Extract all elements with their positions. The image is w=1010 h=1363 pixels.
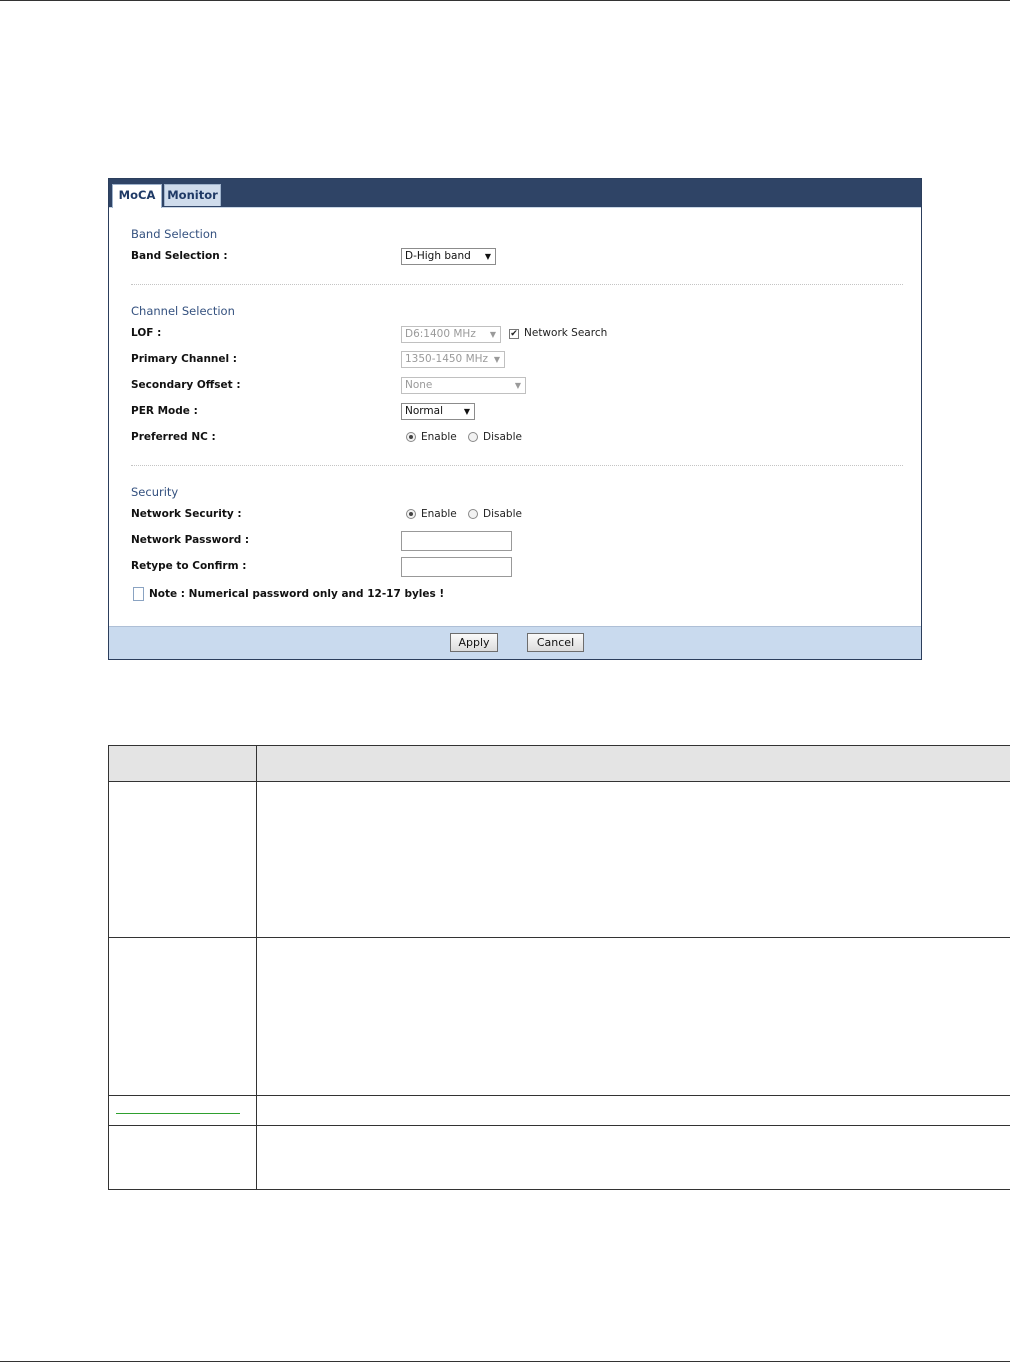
- secondary-offset-value: None: [405, 379, 433, 391]
- network-search-checkbox[interactable]: ✔: [509, 329, 519, 339]
- primary-channel-value: 1350-1450 MHz: [405, 353, 489, 365]
- password-note: Note : Numerical password only and 12-17…: [149, 588, 445, 600]
- table-row: [108, 937, 1010, 1096]
- network-security-disable-radio[interactable]: [468, 509, 478, 519]
- network-security-label: Network Security :: [131, 508, 242, 520]
- table-cell: [256, 1095, 1010, 1126]
- preferred-nc-enable-radio[interactable]: [406, 432, 416, 442]
- moca-settings-panel: MoCA Monitor Band Selection Band Selecti…: [108, 178, 922, 660]
- table-row: [108, 781, 1010, 938]
- chevron-down-icon: ▼: [484, 252, 491, 261]
- apply-button[interactable]: Apply: [450, 633, 498, 652]
- preferred-nc-enable-label: Enable: [421, 431, 457, 443]
- chevron-down-icon: ▼: [493, 355, 500, 364]
- per-mode-dropdown[interactable]: Normal ▼: [401, 403, 475, 420]
- channel-section-title: Channel Selection: [131, 304, 235, 318]
- table-cell: [256, 781, 1010, 938]
- retype-confirm-input[interactable]: [401, 557, 512, 577]
- tab-moca[interactable]: MoCA: [112, 184, 162, 208]
- network-security-disable-label: Disable: [483, 508, 522, 520]
- chevron-down-icon: ▼: [514, 381, 521, 390]
- note-icon: [133, 587, 144, 601]
- table-cell: [108, 1095, 257, 1126]
- preferred-nc-disable-radio[interactable]: [468, 432, 478, 442]
- secondary-offset-label: Secondary Offset :: [131, 379, 241, 391]
- per-mode-label: PER Mode :: [131, 405, 198, 417]
- tab-bar: MoCA Monitor: [109, 179, 921, 208]
- table-row: [108, 1095, 1010, 1126]
- lof-dropdown[interactable]: D6:1400 MHz ▼: [401, 326, 501, 343]
- network-password-input[interactable]: [401, 531, 512, 551]
- table-header-cell: [256, 745, 1010, 782]
- lof-label: LOF :: [131, 327, 162, 339]
- network-search-label: Network Search: [524, 327, 608, 339]
- chevron-down-icon: ▼: [489, 330, 496, 339]
- band-selection-value: D-High band: [405, 250, 471, 262]
- retype-confirm-label: Retype to Confirm :: [131, 560, 247, 572]
- page-top-rule: [0, 0, 1010, 1]
- table-cell: [256, 937, 1010, 1096]
- band-section-title: Band Selection: [131, 227, 218, 241]
- chevron-down-icon: ▼: [463, 407, 470, 416]
- primary-channel-label: Primary Channel :: [131, 353, 237, 365]
- preferred-nc-disable-label: Disable: [483, 431, 522, 443]
- section-divider: [131, 284, 903, 285]
- table-header-row: [108, 745, 1010, 782]
- description-table: [108, 745, 1010, 1190]
- cancel-button[interactable]: Cancel: [527, 633, 584, 652]
- page-bottom-rule: [0, 1361, 1010, 1362]
- tab-monitor[interactable]: Monitor: [164, 184, 221, 206]
- network-security-enable-label: Enable: [421, 508, 457, 520]
- table-header-cell: [108, 745, 257, 782]
- table-cell: [108, 1125, 257, 1190]
- security-section-title: Security: [131, 485, 179, 499]
- table-cell: [108, 781, 257, 938]
- band-selection-dropdown[interactable]: D-High band ▼: [401, 248, 496, 265]
- per-mode-value: Normal: [405, 405, 443, 417]
- section-divider: [131, 465, 903, 466]
- secondary-offset-dropdown[interactable]: None ▼: [401, 377, 526, 394]
- primary-channel-dropdown[interactable]: 1350-1450 MHz ▼: [401, 351, 505, 368]
- band-selection-label: Band Selection :: [131, 250, 228, 262]
- button-bar: Apply Cancel: [109, 626, 921, 659]
- table-cell: [108, 937, 257, 1096]
- preferred-nc-label: Preferred NC :: [131, 431, 216, 443]
- network-security-enable-radio[interactable]: [406, 509, 416, 519]
- table-cell: [256, 1125, 1010, 1190]
- link-underline[interactable]: [116, 1113, 240, 1114]
- table-row: [108, 1125, 1010, 1190]
- lof-value: D6:1400 MHz: [405, 328, 476, 340]
- network-password-label: Network Password :: [131, 534, 250, 546]
